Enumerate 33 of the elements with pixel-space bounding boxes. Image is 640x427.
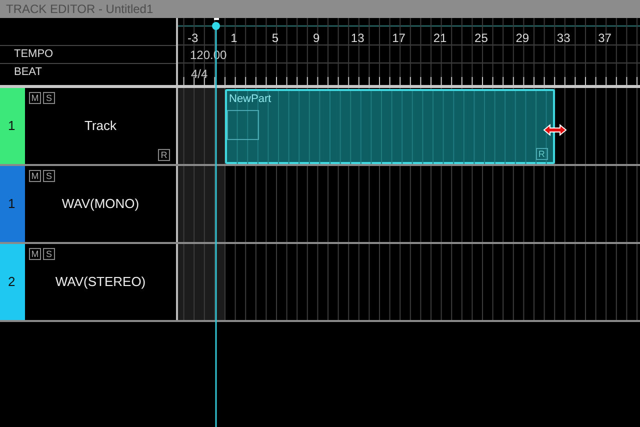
bar-number: 13 <box>350 31 364 45</box>
mute-button[interactable]: M <box>29 92 41 104</box>
mute-button[interactable]: M <box>29 248 41 260</box>
tempo-label: TEMPO <box>14 48 54 60</box>
bar-number: 33 <box>556 31 570 45</box>
part-name: NewPart <box>229 92 272 107</box>
bar-number: 29 <box>516 31 530 45</box>
beat-value: 4/4 <box>191 67 208 81</box>
record-button[interactable]: R <box>158 149 170 161</box>
bar-number: 17 <box>392 31 406 45</box>
resize-cursor-icon <box>543 124 567 136</box>
solo-button[interactable]: S <box>43 170 55 182</box>
solo-button[interactable]: S <box>43 248 55 260</box>
track-number: 2 <box>7 273 16 292</box>
bar-number: 37 <box>598 31 612 45</box>
track-name: WAV(MONO) <box>62 195 140 214</box>
bar-number: 5 <box>272 31 279 45</box>
window-title: TRACK EDITOR - Untitled1 <box>0 0 640 18</box>
bar-number: 25 <box>474 31 488 45</box>
beat-label: BEAT <box>14 66 42 78</box>
bar-number: 21 <box>433 31 447 45</box>
selection-rectangle <box>227 110 259 140</box>
bar-number: 9 <box>313 31 320 45</box>
bar-number: -3 <box>187 31 198 45</box>
bar-number: 1 <box>230 31 238 45</box>
track-part[interactable]: NewPart R <box>225 89 555 164</box>
track-name: Track <box>84 117 117 136</box>
mute-button[interactable]: M <box>29 170 41 182</box>
track-number: 1 <box>7 195 16 214</box>
track-name: WAV(STEREO) <box>55 273 146 292</box>
record-button[interactable]: R <box>536 148 548 160</box>
track-number: 1 <box>7 117 16 136</box>
solo-button[interactable]: S <box>43 92 55 104</box>
